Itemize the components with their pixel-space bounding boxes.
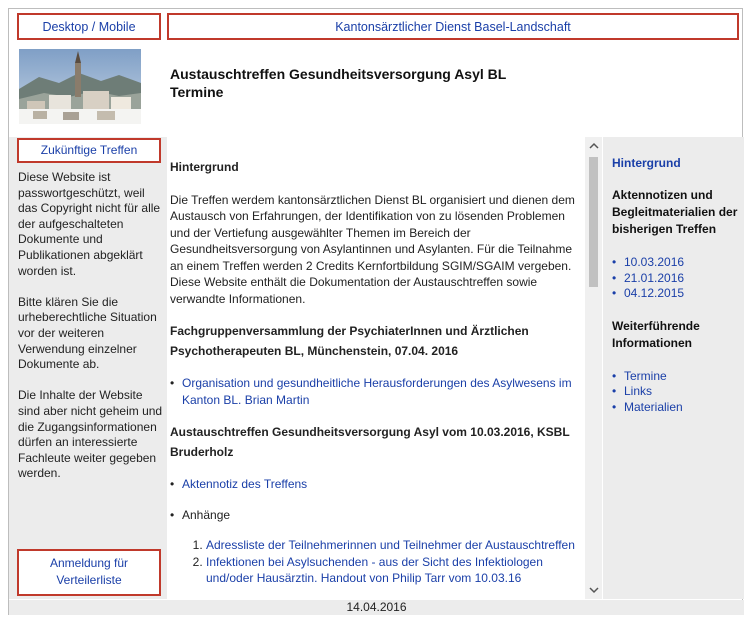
meeting-date-link[interactable]: 04.12.2015 xyxy=(612,286,744,302)
anhaenge-list: Anhänge xyxy=(170,507,584,524)
attachment-link[interactable]: Infektionen bei Asylsuchenden - aus der … xyxy=(206,555,543,586)
main-scrollbar[interactable] xyxy=(585,137,602,599)
further-link[interactable]: Links xyxy=(612,384,744,400)
left-paragraph: Bitte klären Sie die urheberechtliche Si… xyxy=(18,294,157,372)
kanton-label: Kantonsärztlicher Dienst Basel-Landschaf… xyxy=(335,19,571,34)
aktennotiz-link[interactable]: Aktennotiz des Treffens xyxy=(182,477,307,491)
list-item: Organisation und gesundheitliche Herausf… xyxy=(170,375,584,408)
left-paragraph: Die Inhalte der Website sind aber nicht … xyxy=(18,388,163,481)
meeting-dates-list: 10.03.2016 21.01.2016 04.12.2015 xyxy=(612,255,744,302)
background-heading: Hintergrund xyxy=(170,160,239,174)
signup-label-line1: Anmeldung für xyxy=(49,556,129,570)
right-background-link[interactable]: Hintergrund xyxy=(612,155,744,172)
right-further-heading: Weiterführende Informationen xyxy=(612,318,700,350)
scroll-thumb[interactable] xyxy=(589,157,598,287)
left-info-text: Diese Website ist passwortgeschützt, wei… xyxy=(18,170,164,497)
main-content: Hintergrund Die Treffen werdem kantonsär… xyxy=(170,137,584,599)
desktop-mobile-link[interactable]: Desktop / Mobile xyxy=(17,13,161,40)
scroll-down-icon[interactable] xyxy=(585,582,602,599)
attachment-link[interactable]: Adressliste der Teilnehmerinnen und Teil… xyxy=(206,538,575,552)
further-link[interactable]: Materialien xyxy=(612,400,744,416)
kanton-link[interactable]: Kantonsärztlicher Dienst Basel-Landschaf… xyxy=(167,13,739,40)
attachment-item[interactable]: Adressliste der Teilnehmerinnen und Teil… xyxy=(206,537,584,554)
future-meetings-label: Zukünftige Treffen xyxy=(40,143,138,157)
scroll-up-icon[interactable] xyxy=(585,137,602,154)
further-link[interactable]: Termine xyxy=(612,369,744,385)
list-item: Aktennotiz des Treffens xyxy=(170,476,584,493)
anhaenge-label: Anhänge xyxy=(170,507,584,524)
intro-paragraph: Die Treffen werdem kantonsärztlichen Die… xyxy=(170,192,575,306)
meeting-date-link[interactable]: 10.03.2016 xyxy=(612,255,744,271)
fachgruppe-heading: Fachgruppenversammlung der PsychiaterInn… xyxy=(170,324,529,358)
future-meetings-link[interactable]: Zukünftige Treffen xyxy=(17,138,161,163)
organisation-link[interactable]: Organisation und gesundheitliche Herausf… xyxy=(182,376,572,407)
further-links-list: Termine Links Materialien xyxy=(612,369,744,416)
desktop-mobile-label: Desktop / Mobile xyxy=(42,19,136,34)
page-title: Austauschtreffen Gesundheitsversorgung A… xyxy=(170,65,506,101)
fachgruppe-list: Organisation und gesundheitliche Herausf… xyxy=(170,375,584,408)
right-sidebar: Hintergrund Aktennotizen und Begleitmate… xyxy=(603,137,744,599)
town-photo xyxy=(19,49,141,124)
right-notes-heading: Aktennotizen und Begleitmaterialien der … xyxy=(612,188,738,236)
attachments-list: Adressliste der Teilnehmerinnen und Teil… xyxy=(206,537,584,587)
page-title-line1: Austauschtreffen Gesundheitsversorgung A… xyxy=(170,66,507,82)
left-paragraph: Diese Website ist passwortgeschützt, wei… xyxy=(18,170,161,278)
attachment-item[interactable]: Infektionen bei Asylsuchenden - aus der … xyxy=(206,554,584,587)
page-title-line2: Termine xyxy=(170,84,224,100)
signup-distribution-list-link[interactable]: Anmeldung für Verteilerliste xyxy=(17,549,161,596)
footer-date: 14.04.2016 xyxy=(9,600,744,615)
austausch-heading: Austauschtreffen Gesundheitsversorgung A… xyxy=(170,425,570,459)
meeting-date-link[interactable]: 21.01.2016 xyxy=(612,271,744,287)
austausch-list: Aktennotiz des Treffens xyxy=(170,476,584,493)
signup-label-line2: Verteilerliste xyxy=(56,573,122,587)
